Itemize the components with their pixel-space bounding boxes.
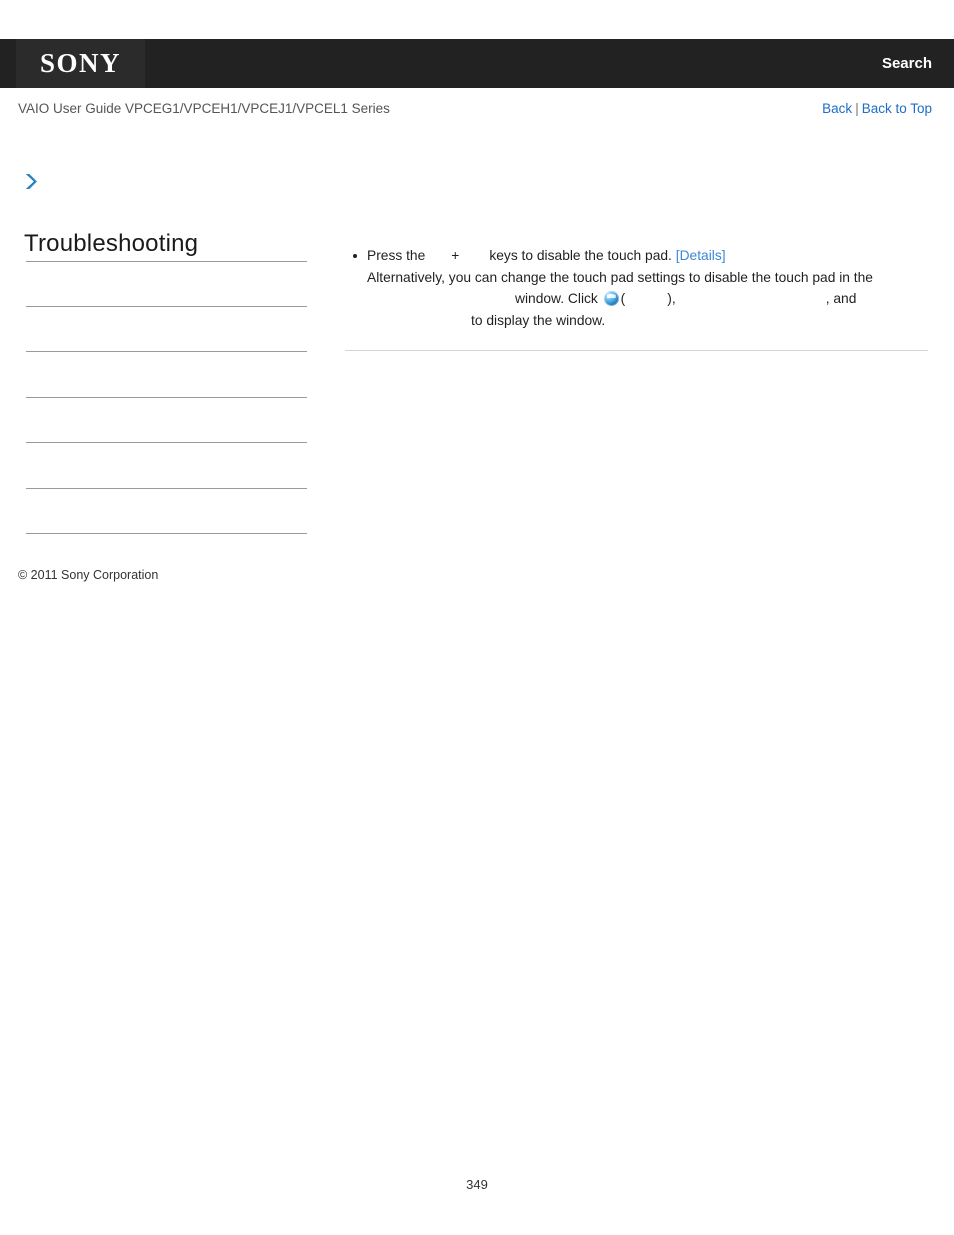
chevron-right-icon — [26, 173, 37, 189]
sony-logo-box[interactable]: SONY — [16, 39, 145, 88]
sidebar-nav — [26, 261, 307, 534]
bullet-line3-suffix: , and — [825, 291, 857, 306]
plus-sign: + — [451, 248, 460, 263]
sidebar-item-2[interactable] — [26, 307, 307, 352]
search-link[interactable]: Search — [882, 39, 932, 88]
sidebar-item-divider — [26, 533, 307, 534]
header-nav-links: Back | Back to Top — [822, 101, 932, 116]
sidebar-item-6[interactable] — [26, 489, 307, 534]
paren-close: ), — [667, 291, 676, 306]
breadcrumb[interactable] — [24, 170, 39, 192]
list-item: Press the + keys to disable the touch pad.… — [353, 245, 930, 331]
sidebar-item-1[interactable] — [26, 261, 307, 307]
bullet-line3-prefix: window. Click — [515, 291, 598, 306]
page-number: 349 — [466, 1177, 488, 1192]
paren-open: ( — [620, 291, 626, 306]
sony-logo-text: SONY — [39, 48, 121, 78]
windows-start-orb-icon — [603, 291, 619, 306]
site-header: SONY Search — [0, 39, 954, 88]
content-divider — [345, 350, 928, 351]
sidebar-item-3[interactable] — [26, 352, 307, 398]
subheader: VAIO User Guide VPCEG1/VPCEH1/VPCEJ1/VPC… — [0, 100, 954, 124]
answer-list: Press the + keys to disable the touch pad.… — [345, 245, 930, 331]
nav-separator: | — [855, 101, 859, 116]
back-link[interactable]: Back — [822, 101, 852, 116]
guide-title: VAIO User Guide VPCEG1/VPCEH1/VPCEJ1/VPC… — [18, 101, 390, 116]
main-content: Press the + keys to disable the touch pad.… — [345, 245, 930, 351]
copyright-text: © 2011 Sony Corporation — [18, 568, 159, 582]
sidebar-item-4[interactable] — [26, 398, 307, 443]
bullet-line4: to display the window. — [471, 312, 606, 328]
bullet-line1-suffix: keys to disable the touch pad. — [489, 248, 672, 263]
back-to-top-link[interactable]: Back to Top — [862, 101, 932, 116]
bullet-line1-prefix: Press the — [367, 248, 426, 263]
bullet-line2: Alternatively, you can change the touch … — [367, 269, 873, 285]
sidebar-item-5[interactable] — [26, 443, 307, 489]
details-link[interactable]: [Details] — [676, 248, 726, 263]
page-title: Troubleshooting — [24, 230, 199, 257]
